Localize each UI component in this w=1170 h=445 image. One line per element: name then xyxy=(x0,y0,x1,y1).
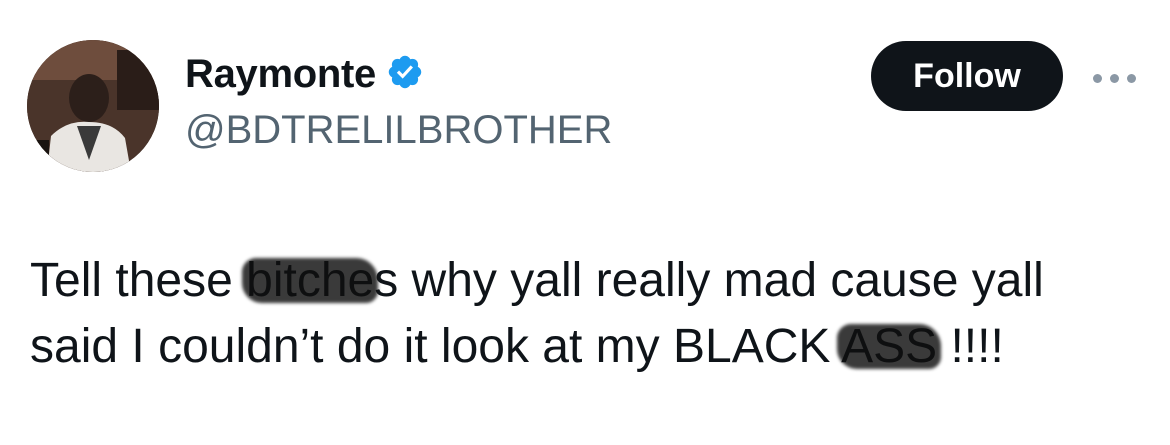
more-dot xyxy=(1093,73,1102,83)
verified-badge-icon xyxy=(386,53,424,96)
more-dot xyxy=(1127,73,1136,83)
tweet-text-segment: s why yall really mad cause yall xyxy=(374,254,1044,307)
redacted-word: ASS xyxy=(841,320,938,373)
follow-button[interactable]: Follow xyxy=(871,41,1063,111)
tweet-text-segment: said I couldn’t do it look at my BLACK xyxy=(30,320,842,373)
display-name[interactable]: Raymonte xyxy=(185,52,376,97)
tweet-text-segment: !!!! xyxy=(937,320,1004,373)
tweet-text-segment: Tell these xyxy=(30,254,247,307)
user-handle[interactable]: @BDTRELILBROTHER xyxy=(185,108,612,153)
more-dot xyxy=(1110,73,1119,83)
tweet-text: Tell these bitches why yall really mad c… xyxy=(30,248,1150,380)
name-row: Raymonte xyxy=(185,52,424,97)
more-icon[interactable] xyxy=(1093,68,1143,88)
avatar[interactable] xyxy=(27,40,159,172)
redacted-word: bitche xyxy=(246,254,375,307)
avatar-photo xyxy=(27,40,159,172)
